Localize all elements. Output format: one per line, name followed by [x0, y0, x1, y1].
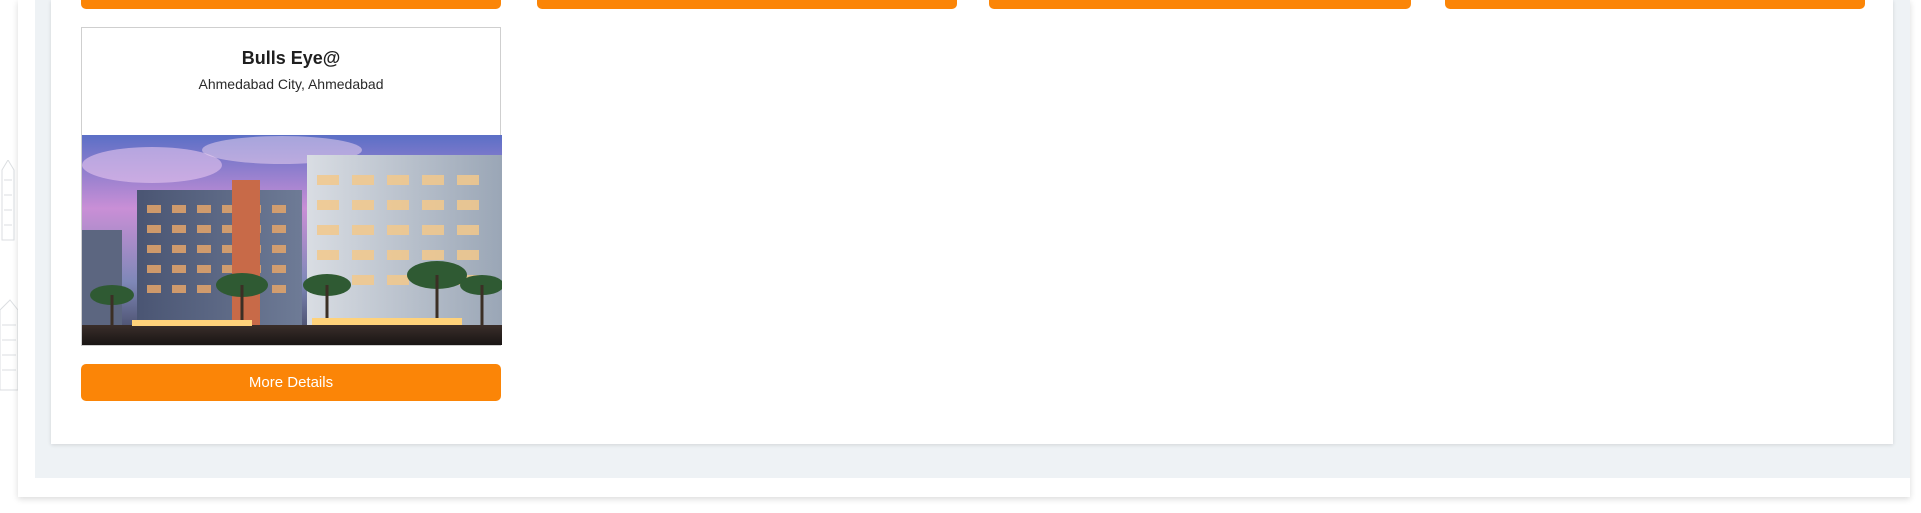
listing-title[interactable]: Bulls Eye@ — [82, 47, 500, 69]
prev-row-more-details-button[interactable] — [1445, 0, 1865, 9]
listing-building-image[interactable] — [82, 135, 502, 345]
prev-row-more-details-button[interactable] — [989, 0, 1411, 9]
listing-location: Ahmedabad City, Ahmedabad — [198, 76, 384, 92]
prev-row-more-details-button[interactable] — [81, 0, 501, 9]
more-details-button[interactable]: More Details — [81, 364, 501, 401]
background-skyline-art — [0, 160, 18, 391]
listing-card-box: Bulls Eye@ Ahmedabad City, Ahmedabad — [81, 27, 502, 346]
prev-row-more-details-button[interactable] — [537, 0, 957, 9]
listing-card: Bulls Eye@ Ahmedabad City, Ahmedabad Mor… — [81, 27, 502, 401]
listing-card-header: Bulls Eye@ Ahmedabad City, Ahmedabad — [82, 28, 500, 135]
